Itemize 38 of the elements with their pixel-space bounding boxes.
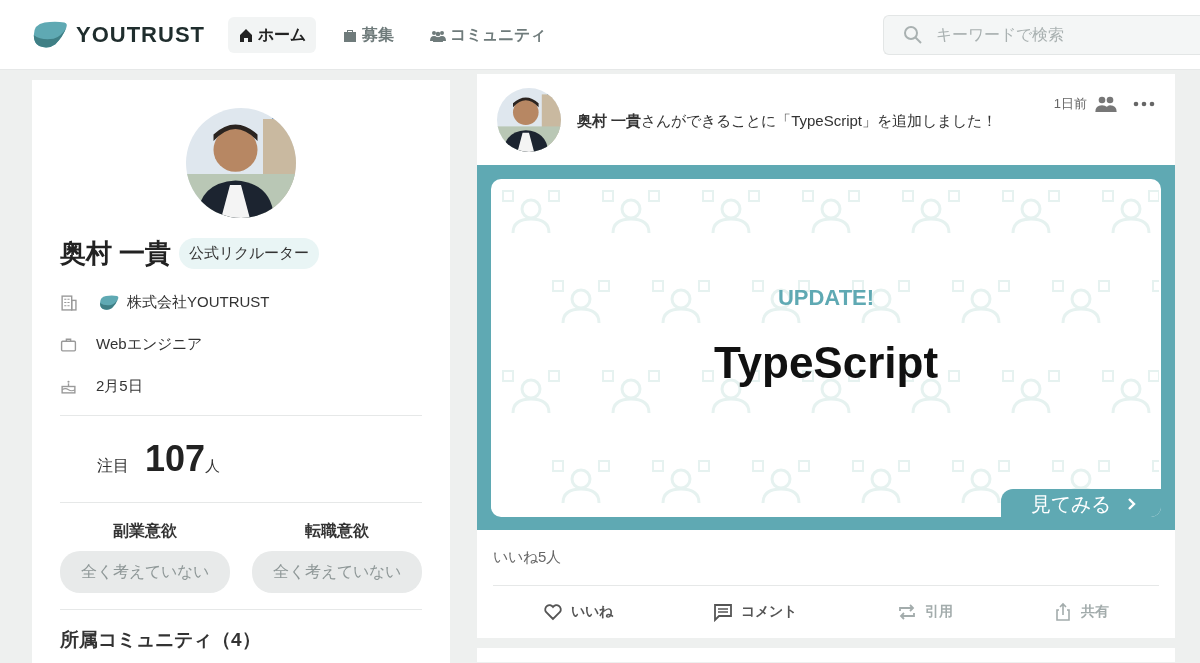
- more-icon[interactable]: [1133, 100, 1155, 107]
- attention-unit: 人: [205, 457, 221, 476]
- skill-title: TypeScript: [713, 336, 939, 389]
- profile-detail: 株式会社YOUTRUST: [127, 291, 270, 312]
- logo-icon: [32, 19, 68, 50]
- motivation-value: 全く考えていない: [252, 551, 422, 593]
- post-message: 奥村 一貴さんができることに「TypeScript」を追加しました！: [577, 111, 998, 131]
- motivation-label: 転職意欲: [305, 521, 369, 541]
- view-button[interactable]: 見てみる: [1001, 489, 1161, 517]
- action-button[interactable]: コメント: [663, 585, 847, 638]
- share-icon: [1053, 601, 1073, 622]
- people-icon: [1095, 95, 1117, 112]
- chevron-icon: [1127, 497, 1137, 511]
- post-time: 1日前: [1053, 95, 1087, 113]
- nav-tab[interactable]: 募集: [332, 16, 404, 53]
- recruiter-badge: 公式リクルーター: [179, 238, 320, 269]
- nav-tab[interactable]: ホーム: [228, 16, 316, 53]
- logo-text: YOUTRUST: [76, 21, 205, 49]
- motivation-value: 全く考えていない: [60, 551, 230, 593]
- action-button[interactable]: いいね: [493, 585, 663, 638]
- repeat-icon: [897, 601, 917, 622]
- speech-bubble-icon: [713, 601, 733, 622]
- logo-icon: [99, 294, 119, 312]
- search-field[interactable]: キーワードで検索: [883, 14, 1200, 55]
- attention-label: 注目: [97, 456, 129, 476]
- briefcase-icon: [60, 335, 77, 353]
- profile-name: 奥村 一貴: [60, 237, 172, 270]
- home-icon: [238, 26, 254, 43]
- heart-icon: [543, 601, 563, 622]
- building-icon: [60, 293, 77, 311]
- attention-count: 107: [145, 437, 206, 481]
- profile-detail: 2月5日: [96, 375, 143, 396]
- profile-detail: Webエンジニア: [96, 333, 202, 354]
- update-label: UPDATE!: [777, 283, 875, 312]
- communities-heading: 所属コミュニティ（4）: [60, 628, 262, 652]
- motivation-label: 副業意欲: [113, 521, 177, 541]
- likes-count: いいね5人: [493, 547, 563, 567]
- nav-tab[interactable]: コミュニティ: [420, 16, 556, 53]
